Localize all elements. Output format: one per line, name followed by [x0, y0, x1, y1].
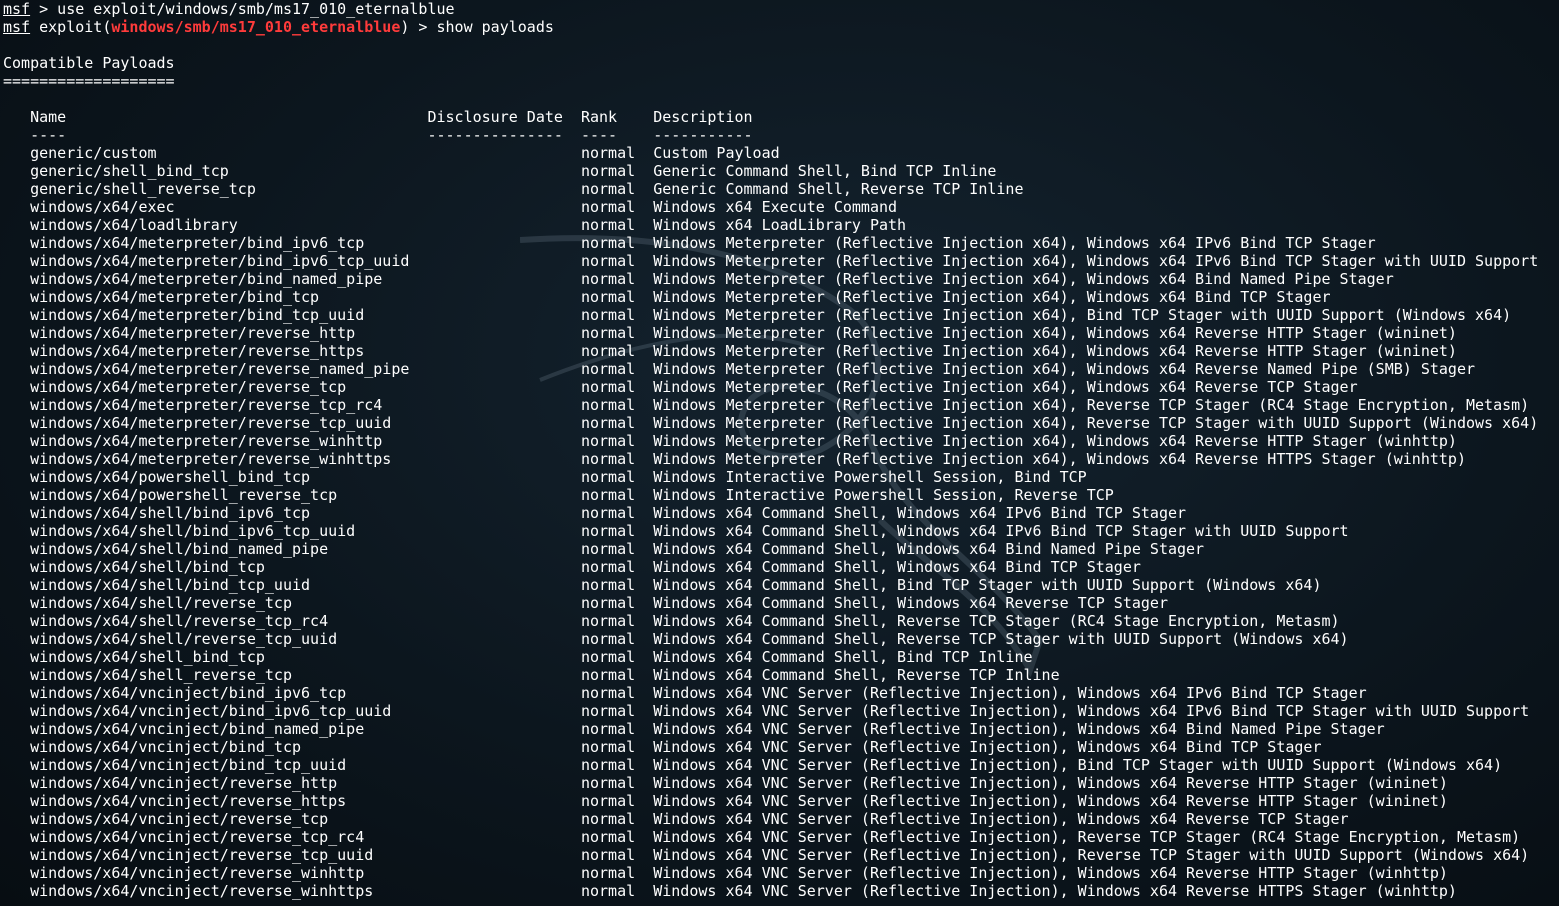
table-row: windows/x64/meterpreter/reverse_named_pi… — [3, 360, 1476, 378]
table-row: windows/x64/vncinject/reverse_winhttps n… — [3, 882, 1457, 900]
table-row: windows/x64/vncinject/bind_tcp_uuid norm… — [3, 756, 1503, 774]
table-row: windows/x64/vncinject/reverse_http norma… — [3, 774, 1448, 792]
table-row: windows/x64/vncinject/reverse_winhttp no… — [3, 864, 1448, 882]
table-row: windows/x64/meterpreter/bind_ipv6_tcp no… — [3, 234, 1376, 252]
table-row: windows/x64/shell/bind_named_pipe normal… — [3, 540, 1205, 558]
table-row: windows/x64/meterpreter/reverse_winhttp … — [3, 432, 1457, 450]
prompt-exploit-prefix: exploit( — [30, 18, 112, 36]
table-row: windows/x64/meterpreter/reverse_http nor… — [3, 324, 1457, 342]
terminal-output[interactable]: msf > use exploit/windows/smb/ms17_010_e… — [3, 0, 1553, 900]
section-title: Compatible Payloads — [3, 54, 175, 72]
msf-prompt: msf — [3, 18, 31, 36]
table-row: windows/x64/shell_reverse_tcp normal Win… — [3, 666, 1060, 684]
table-row: generic/shell_bind_tcp normal Generic Co… — [3, 162, 997, 180]
command-use: > use exploit/windows/smb/ms17_010_etern… — [30, 0, 455, 18]
table-row: windows/x64/shell_bind_tcp normal Window… — [3, 648, 1033, 666]
table-row: windows/x64/meterpreter/bind_ipv6_tcp_uu… — [3, 252, 1539, 270]
msf-prompt: msf — [3, 0, 31, 18]
table-row: windows/x64/powershell_bind_tcp normal W… — [3, 468, 1087, 486]
table-row: windows/x64/meterpreter/reverse_tcp norm… — [3, 378, 1358, 396]
table-row: windows/x64/shell/bind_ipv6_tcp normal W… — [3, 504, 1187, 522]
table-row: windows/x64/meterpreter/reverse_https no… — [3, 342, 1457, 360]
table-row: windows/x64/shell/bind_tcp_uuid normal W… — [3, 576, 1322, 594]
table-row: windows/x64/meterpreter/bind_tcp normal … — [3, 288, 1331, 306]
active-module: windows/smb/ms17_010_eternalblue — [111, 18, 401, 36]
payload-list: generic/custom normal Custom Payload gen… — [3, 144, 1553, 900]
table-row: windows/x64/vncinject/reverse_tcp_uuid n… — [3, 846, 1530, 864]
prompt-line-1: msf > use exploit/windows/smb/ms17_010_e… — [3, 0, 1553, 18]
table-row: windows/x64/meterpreter/reverse_tcp_rc4 … — [3, 396, 1530, 414]
table-row: windows/x64/vncinject/bind_ipv6_tcp_uuid… — [3, 702, 1530, 720]
table-row: windows/x64/meterpreter/bind_named_pipe … — [3, 270, 1394, 288]
table-row: windows/x64/shell/reverse_tcp_rc4 normal… — [3, 612, 1340, 630]
section-underline: =================== — [3, 72, 175, 90]
table-row: windows/x64/meterpreter/reverse_winhttps… — [3, 450, 1466, 468]
table-row: generic/shell_reverse_tcp normal Generic… — [3, 180, 1024, 198]
table-row: windows/x64/meterpreter/bind_tcp_uuid no… — [3, 306, 1512, 324]
table-row: windows/x64/vncinject/reverse_tcp_rc4 no… — [3, 828, 1521, 846]
table-row: windows/x64/shell/reverse_tcp_uuid norma… — [3, 630, 1349, 648]
table-row: windows/x64/meterpreter/reverse_tcp_uuid… — [3, 414, 1539, 432]
table-header: Name Disclosure Date Rank Description — [3, 108, 753, 126]
table-row: windows/x64/shell/bind_tcp normal Window… — [3, 558, 1141, 576]
table-row: windows/x64/vncinject/reverse_tcp normal… — [3, 810, 1349, 828]
table-row: windows/x64/vncinject/bind_tcp normal Wi… — [3, 738, 1322, 756]
table-row: generic/custom normal Custom Payload — [3, 144, 780, 162]
command-show-payloads: ) > show payloads — [400, 18, 554, 36]
table-row: windows/x64/shell/bind_ipv6_tcp_uuid nor… — [3, 522, 1349, 540]
table-row: windows/x64/vncinject/bind_named_pipe no… — [3, 720, 1385, 738]
table-row: windows/x64/powershell_reverse_tcp norma… — [3, 486, 1114, 504]
table-divider: ---- --------------- ---- ----------- — [3, 126, 753, 144]
table-row: windows/x64/exec normal Windows x64 Exec… — [3, 198, 898, 216]
table-row: windows/x64/vncinject/reverse_https norm… — [3, 792, 1448, 810]
table-row: windows/x64/loadlibrary normal Windows x… — [3, 216, 907, 234]
prompt-line-2: msf exploit(windows/smb/ms17_010_eternal… — [3, 18, 1553, 36]
table-row: windows/x64/vncinject/bind_ipv6_tcp norm… — [3, 684, 1367, 702]
table-row: windows/x64/shell/reverse_tcp normal Win… — [3, 594, 1168, 612]
